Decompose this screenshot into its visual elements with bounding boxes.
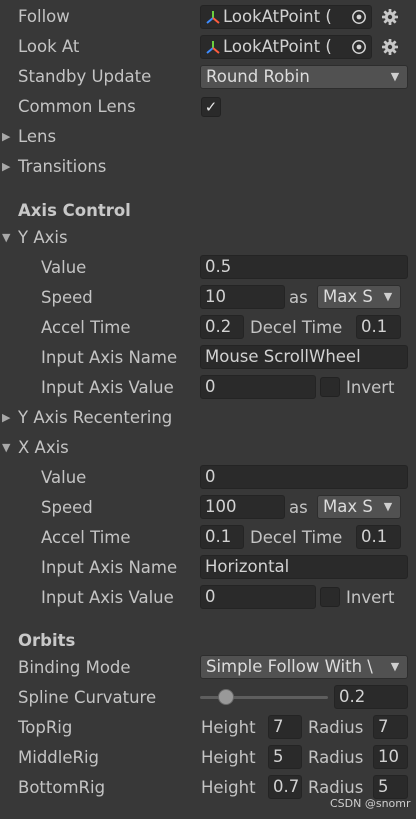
bottom-rig-radius-input[interactable]: 5 (373, 775, 408, 799)
top-rig-radius-input[interactable]: 7 (373, 715, 408, 739)
y-accel-time-input[interactable]: 0.2 (200, 315, 244, 339)
y-decel-time-input[interactable]: 0.1 (356, 315, 401, 339)
lens-foldout[interactable]: Lens (18, 127, 56, 147)
target-icon (352, 40, 366, 54)
bottom-rig-radius-label: Radius (308, 778, 364, 797)
middle-rig-radius-label: Radius (308, 748, 364, 767)
spline-curvature-input[interactable]: 0.2 (334, 685, 408, 709)
standby-update-value: Round Robin (206, 67, 310, 86)
y-invert-checkbox[interactable] (320, 377, 340, 397)
bottom-rig-label: BottomRig (18, 778, 106, 797)
y-decel-time-label: Decel Time (250, 318, 343, 337)
x-input-axis-value-label: Input Axis Value (41, 588, 174, 607)
transform-axes-icon (206, 41, 220, 54)
x-value-label: Value (41, 468, 87, 487)
chevron-down-icon: ▼ (388, 656, 402, 678)
x-accel-time-label: Accel Time (41, 528, 131, 547)
object-picker-button[interactable] (347, 6, 371, 28)
y-speed-mode-value: Max S (323, 287, 373, 306)
middle-rig-label: MiddleRig (18, 748, 100, 767)
target-icon (352, 10, 366, 24)
common-lens-checkbox[interactable]: ✓ (201, 97, 221, 117)
y-input-axis-value-label: Input Axis Value (41, 378, 174, 397)
x-speed-mode-value: Max S (323, 497, 373, 516)
watermark: CSDN @snomr (330, 797, 411, 810)
y-axis-foldout[interactable]: Y Axis (18, 228, 68, 248)
middle-rig-height-label: Height (201, 748, 256, 767)
cinemachine-inspector: { "follow": { "label": "Follow", "value"… (0, 0, 416, 819)
binding-mode-label: Binding Mode (18, 658, 131, 677)
follow-label: Follow (18, 7, 70, 26)
gear-icon[interactable] (381, 8, 399, 26)
chevron-down-icon: ▼ (381, 496, 395, 518)
x-value-input[interactable]: 0 (200, 465, 408, 489)
x-invert-checkbox[interactable] (320, 587, 340, 607)
follow-value: LookAtPoint ( (223, 7, 332, 26)
binding-mode-value: Simple Follow With \ (206, 657, 373, 676)
look-at-label: Look At (18, 37, 80, 56)
transform-axes-icon (206, 11, 220, 24)
y-accel-time-label: Accel Time (41, 318, 131, 337)
x-decel-time-input[interactable]: 0.1 (356, 525, 401, 549)
x-input-axis-value-input[interactable]: 0 (200, 585, 316, 609)
top-rig-height-input[interactable]: 7 (268, 715, 302, 739)
y-value-input[interactable]: 0.5 (200, 255, 408, 279)
y-input-axis-name-label: Input Axis Name (41, 348, 178, 367)
top-rig-radius-label: Radius (308, 718, 364, 737)
y-speed-mode-dropdown[interactable]: Max S ▼ (317, 285, 401, 309)
x-speed-input[interactable]: 100 (200, 495, 285, 519)
x-speed-mode-dropdown[interactable]: Max S ▼ (317, 495, 401, 519)
spline-curvature-slider-thumb[interactable] (217, 689, 234, 705)
transitions-foldout[interactable]: Transitions (18, 157, 106, 177)
x-speed-as-label: as (289, 498, 308, 517)
middle-rig-radius-input[interactable]: 10 (373, 745, 408, 769)
standby-update-label: Standby Update (18, 67, 152, 86)
lens-foldout-arrow-icon[interactable]: ▶ (2, 127, 14, 147)
y-input-axis-value-input[interactable]: 0 (200, 375, 316, 399)
gear-icon[interactable] (381, 38, 399, 56)
standby-update-dropdown[interactable]: Round Robin ▼ (200, 65, 408, 89)
top-rig-label: TopRig (18, 718, 73, 737)
middle-rig-height-input[interactable]: 5 (268, 745, 302, 769)
x-invert-label: Invert (346, 588, 395, 607)
x-input-axis-name-input[interactable]: Horizontal (200, 555, 408, 579)
y-value-label: Value (41, 258, 87, 277)
look-at-field[interactable]: LookAtPoint ( (200, 35, 372, 59)
y-invert-label: Invert (346, 378, 395, 397)
chevron-down-icon: ▼ (388, 66, 402, 88)
y-axis-foldout-arrow-icon[interactable]: ▼ (2, 228, 14, 248)
transitions-foldout-arrow-icon[interactable]: ▶ (2, 157, 14, 177)
chevron-down-icon: ▼ (381, 286, 395, 308)
binding-mode-dropdown[interactable]: Simple Follow With \ ▼ (200, 655, 408, 679)
x-decel-time-label: Decel Time (250, 528, 343, 547)
orbits-heading: Orbits (18, 631, 76, 650)
object-picker-button[interactable] (347, 36, 371, 58)
spline-curvature-label: Spline Curvature (18, 688, 157, 707)
axis-control-heading: Axis Control (18, 201, 131, 220)
y-speed-label: Speed (41, 288, 93, 307)
x-accel-time-input[interactable]: 0.1 (200, 525, 244, 549)
y-recentering-foldout-arrow-icon[interactable]: ▶ (2, 408, 14, 428)
y-input-axis-name-input[interactable]: Mouse ScrollWheel (200, 345, 408, 369)
y-axis-recentering-foldout[interactable]: Y Axis Recentering (18, 408, 172, 428)
x-axis-foldout[interactable]: X Axis (18, 438, 69, 458)
bottom-rig-height-label: Height (201, 778, 256, 797)
x-input-axis-name-label: Input Axis Name (41, 558, 178, 577)
x-speed-label: Speed (41, 498, 93, 517)
bottom-rig-height-input[interactable]: 0.7 (268, 775, 302, 799)
top-rig-height-label: Height (201, 718, 256, 737)
y-speed-input[interactable]: 10 (200, 285, 285, 309)
follow-field[interactable]: LookAtPoint ( (200, 5, 372, 29)
x-axis-foldout-arrow-icon[interactable]: ▼ (2, 438, 14, 458)
common-lens-label: Common Lens (18, 97, 136, 116)
y-speed-as-label: as (289, 288, 308, 307)
look-at-value: LookAtPoint ( (223, 37, 332, 56)
